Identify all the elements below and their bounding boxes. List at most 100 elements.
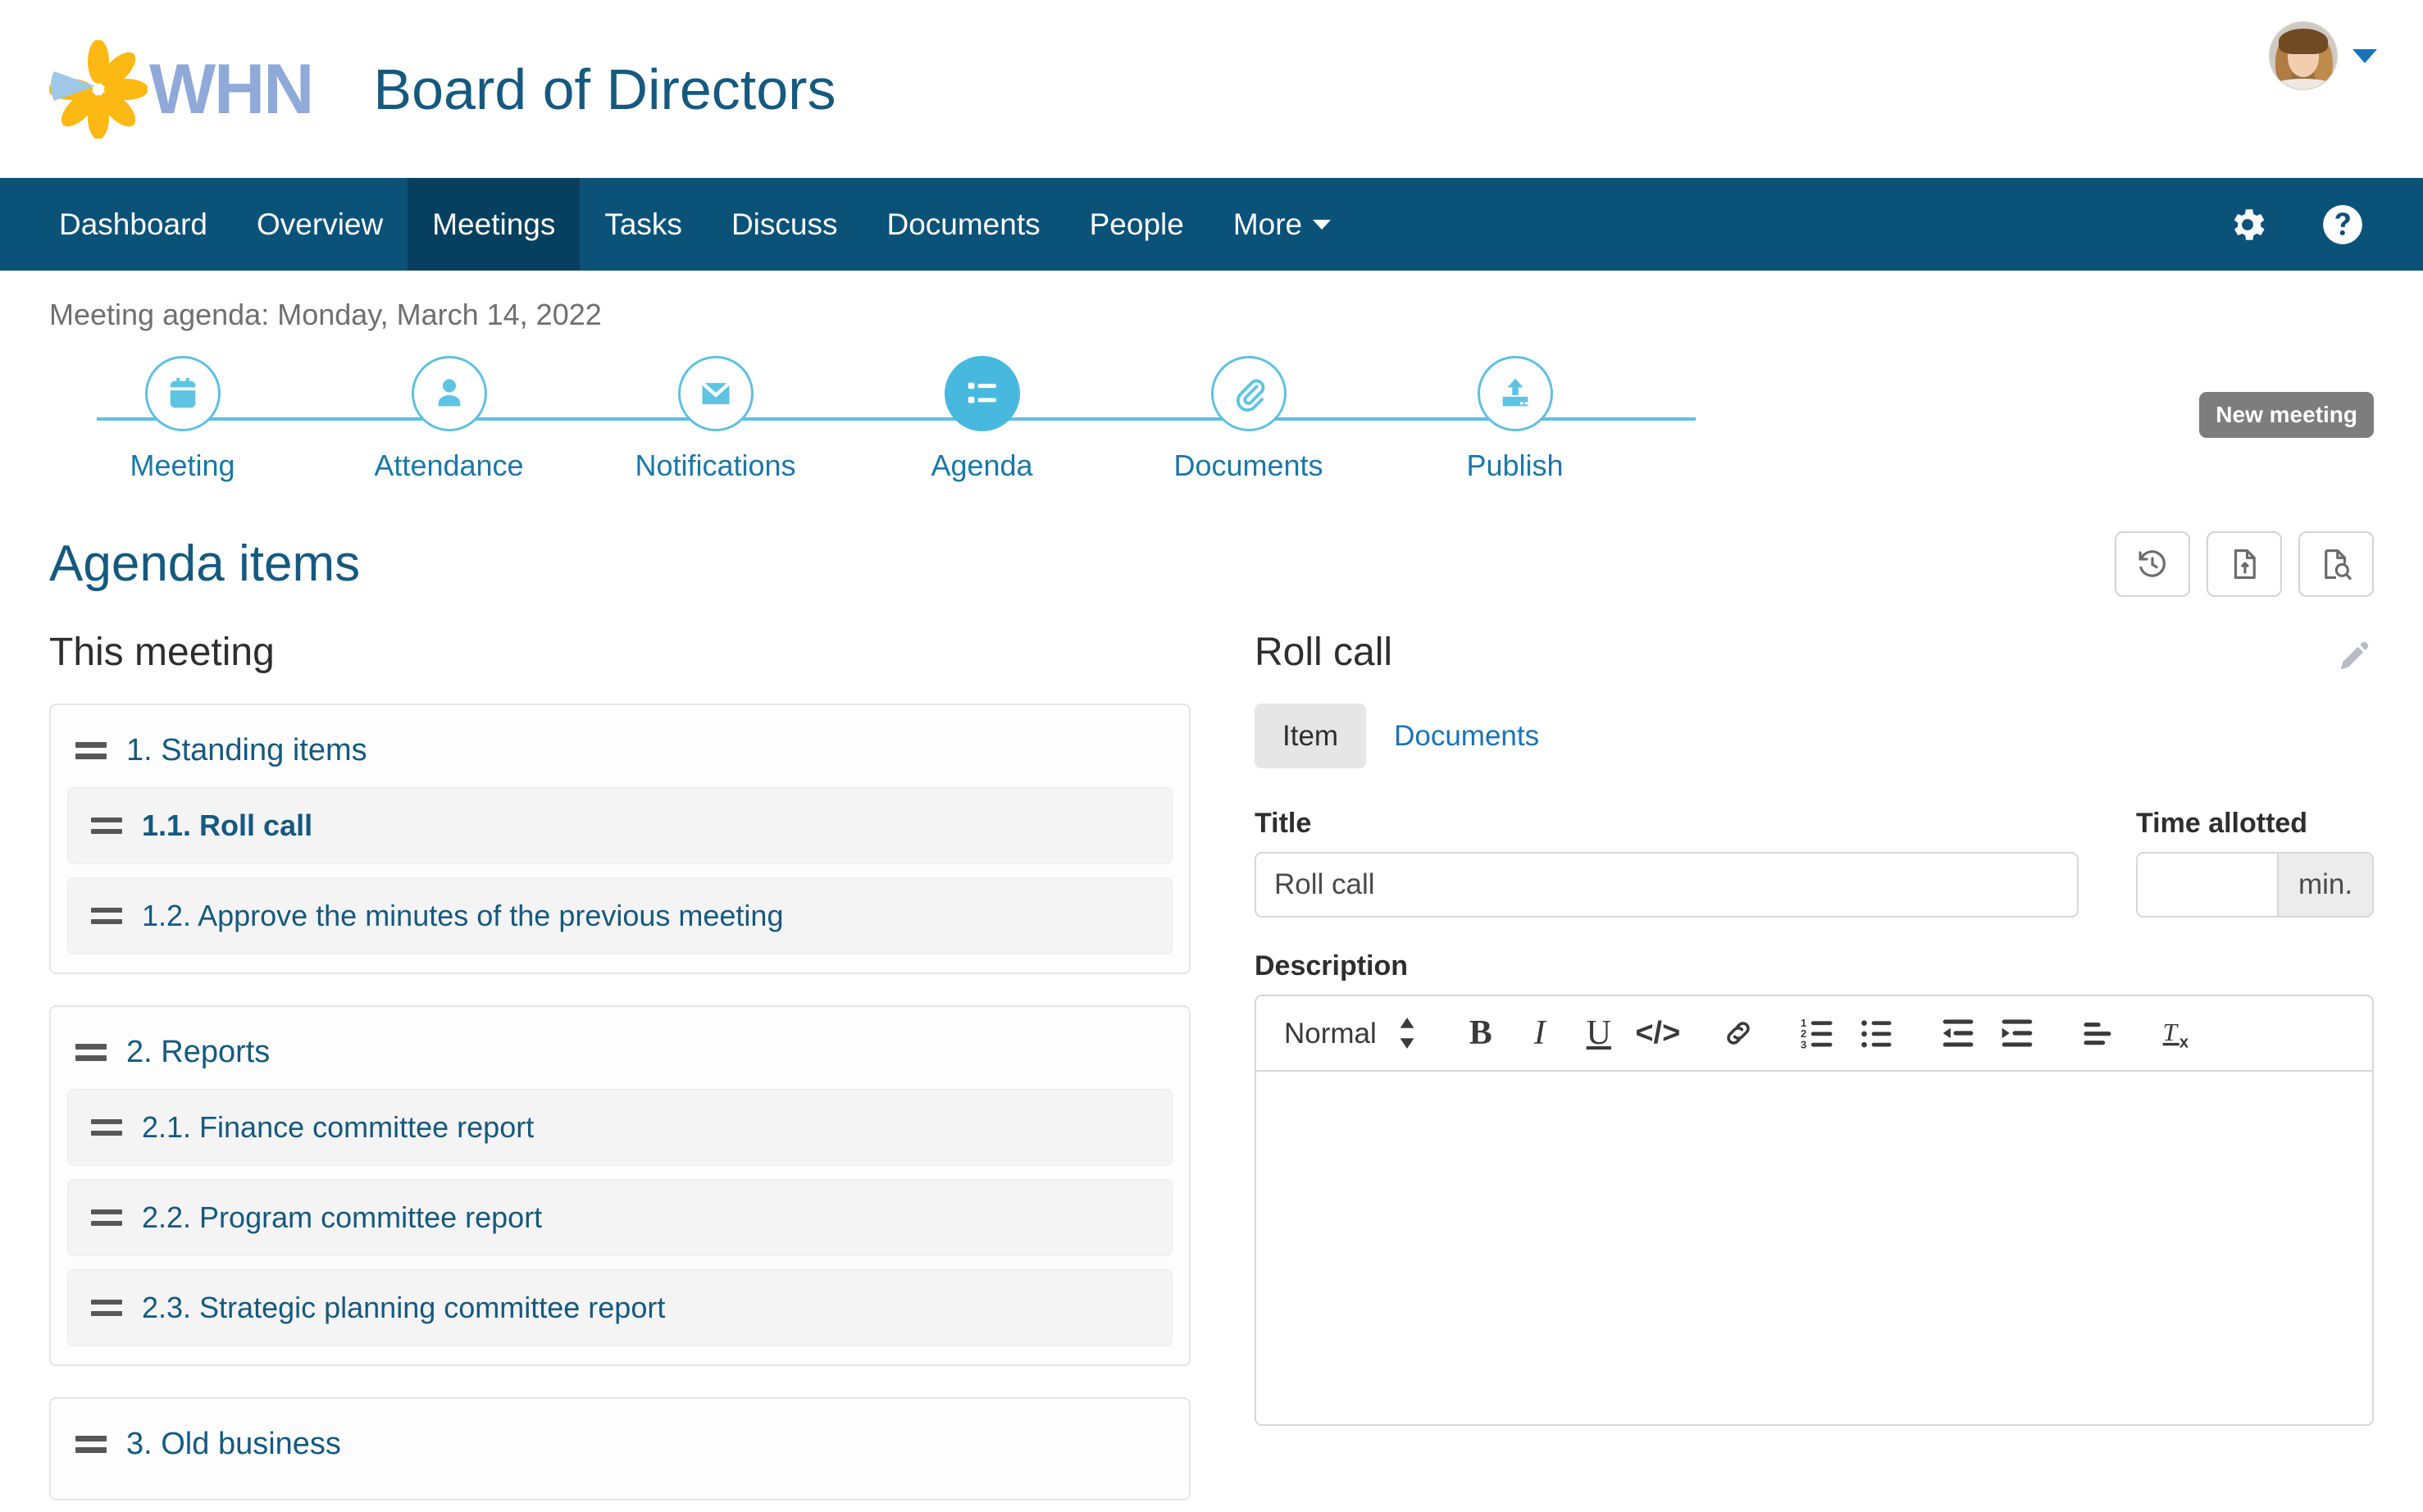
drag-handle-icon[interactable] (91, 815, 122, 836)
file-preview-icon (2325, 549, 2352, 581)
edit-button[interactable] (2336, 636, 2374, 674)
agenda-group: 2. Reports 2.1. Finance committee report… (49, 1005, 1191, 1366)
agenda-list-column: This meeting 1. Standing items 1.1. Roll… (49, 633, 1191, 1501)
title-input[interactable] (1255, 852, 2079, 918)
drag-handle-icon[interactable] (75, 1433, 107, 1455)
drag-handle-icon[interactable] (91, 905, 122, 927)
clear-format-icon: T x (2162, 1018, 2189, 1051)
agenda-sub-item[interactable]: 2.2. Program committee report (67, 1179, 1173, 1256)
indent-button[interactable] (1998, 1012, 2036, 1054)
nav-item-more[interactable]: More (1209, 178, 1355, 271)
step-meeting[interactable]: Meeting (49, 356, 316, 480)
page-title: Board of Directors (373, 57, 836, 121)
detail-tabs: Item Documents (1255, 704, 2374, 768)
drag-handle-icon[interactable] (91, 1297, 122, 1318)
align-button[interactable] (2079, 1012, 2116, 1054)
tab-documents[interactable]: Documents (1366, 704, 1567, 768)
nav-item-dashboard[interactable]: Dashboard (34, 178, 232, 271)
meeting-wizard-stepper: Meeting Attendance Notifications Agenda … (49, 356, 2374, 520)
italic-button[interactable]: I (1521, 1012, 1559, 1054)
step-notifications[interactable]: Notifications (582, 356, 849, 480)
gear-icon[interactable] (2226, 203, 2269, 246)
outdent-button[interactable] (1939, 1012, 1977, 1054)
step-agenda[interactable]: Agenda (849, 356, 1115, 480)
drag-handle-icon[interactable] (75, 740, 107, 761)
envelope-icon (700, 381, 731, 404)
time-allotted-input-group: min. (2136, 852, 2374, 918)
user-menu[interactable] (2269, 21, 2377, 90)
avatar[interactable] (2269, 21, 2338, 90)
agenda-sub-item[interactable]: 1.2. Approve the minutes of the previous… (67, 877, 1173, 954)
preview-document-button[interactable] (2298, 531, 2374, 597)
agenda-sub-item[interactable]: 2.3. Strategic planning committee report (67, 1269, 1173, 1346)
drag-handle-icon[interactable] (91, 1117, 122, 1138)
nav-label: Documents (886, 207, 1041, 241)
app-header: WHN Board of Directors (0, 0, 2423, 178)
nav-item-people[interactable]: People (1065, 178, 1209, 271)
upload-document-button[interactable] (2207, 531, 2282, 597)
format-dropdown-label: Normal (1284, 1017, 1377, 1050)
ordered-list-icon: 1 2 3 (1801, 1017, 1833, 1050)
step-label: Attendance (374, 449, 524, 482)
description-block: Description Normal B I U </> 1 2 3 T x (1255, 952, 2374, 1426)
svg-text:3: 3 (1801, 1038, 1806, 1050)
agenda-header-row: Agenda items (49, 531, 2374, 597)
agenda-group-header[interactable]: 1. Standing items (67, 725, 1173, 787)
nav-label: More (1232, 207, 1303, 241)
rich-text-editor: Normal B I U </> 1 2 3 T x (1255, 995, 2374, 1426)
nav-item-documents[interactable]: Documents (862, 178, 1064, 271)
calendar-icon (170, 377, 195, 408)
step-label: Publish (1466, 449, 1564, 482)
align-icon (2084, 1022, 2111, 1045)
underline-button[interactable]: U (1580, 1012, 1618, 1054)
nav-item-tasks[interactable]: Tasks (580, 178, 707, 271)
nav-item-overview[interactable]: Overview (232, 178, 408, 271)
agenda-group-title: 1. Standing items (126, 733, 367, 767)
tab-label: Documents (1394, 720, 1540, 752)
code-icon: </> (1635, 1015, 1681, 1050)
bold-button[interactable]: B (1462, 1012, 1500, 1054)
chevron-down-icon[interactable] (2352, 48, 2377, 63)
history-icon (2138, 550, 2166, 577)
ordered-list-button[interactable]: 1 2 3 (1800, 1012, 1838, 1054)
app-page: WHN Board of Directors Dashboard Overvie… (0, 0, 2423, 1512)
agenda-sub-item-title: 2.3. Strategic planning committee report (142, 1291, 666, 1324)
link-button[interactable] (1719, 1012, 1757, 1054)
step-publish[interactable]: Publish (1382, 356, 1648, 480)
whn-flower-logo-icon (48, 39, 148, 139)
time-allotted-input[interactable] (2138, 854, 2277, 916)
agenda-group: 3. Old business (49, 1397, 1191, 1501)
agenda-sub-item[interactable]: 1.1. Roll call (67, 787, 1173, 864)
step-documents[interactable]: Documents (1115, 356, 1382, 480)
pencil-icon (2340, 641, 2369, 670)
nav-label: Dashboard (59, 207, 208, 241)
nav-label: Tasks (604, 207, 682, 241)
format-dropdown[interactable]: Normal (1284, 1016, 1416, 1050)
tab-item[interactable]: Item (1255, 704, 1367, 768)
agenda-group-header[interactable]: 2. Reports (67, 1027, 1173, 1089)
step-attendance[interactable]: Attendance (316, 356, 582, 480)
brand[interactable]: WHN (48, 39, 314, 139)
bullet-list-button[interactable] (1859, 1012, 1897, 1054)
agenda-group-title: 3. Old business (126, 1427, 341, 1461)
history-button[interactable] (2115, 531, 2190, 597)
time-field-group: Time allotted min. (2136, 809, 2374, 918)
bold-icon: B (1469, 1014, 1492, 1052)
code-button[interactable]: </> (1635, 1012, 1680, 1054)
agenda-group: 1. Standing items 1.1. Roll call 1.2. Ap… (49, 704, 1191, 974)
help-icon[interactable] (2321, 203, 2364, 246)
drag-handle-icon[interactable] (91, 1207, 122, 1228)
agenda-sub-item[interactable]: 2.1. Finance committee report (67, 1089, 1173, 1166)
editor-content-area[interactable] (1256, 1072, 2372, 1424)
clear-format-button[interactable]: T x (2159, 1012, 2197, 1054)
nav-label: Discuss (731, 207, 838, 241)
step-circle (944, 356, 1020, 431)
agenda-group-header[interactable]: 3. Old business (67, 1419, 1173, 1481)
new-meeting-badge[interactable]: New meeting (2199, 392, 2374, 438)
drag-handle-icon[interactable] (75, 1041, 107, 1063)
nav-item-discuss[interactable]: Discuss (707, 178, 863, 271)
indent-icon (2002, 1019, 2033, 1047)
step-label: Meeting (130, 449, 235, 482)
nav-item-meetings[interactable]: Meetings (408, 178, 581, 271)
agenda-sub-item-title: 1.1. Roll call (142, 808, 313, 842)
